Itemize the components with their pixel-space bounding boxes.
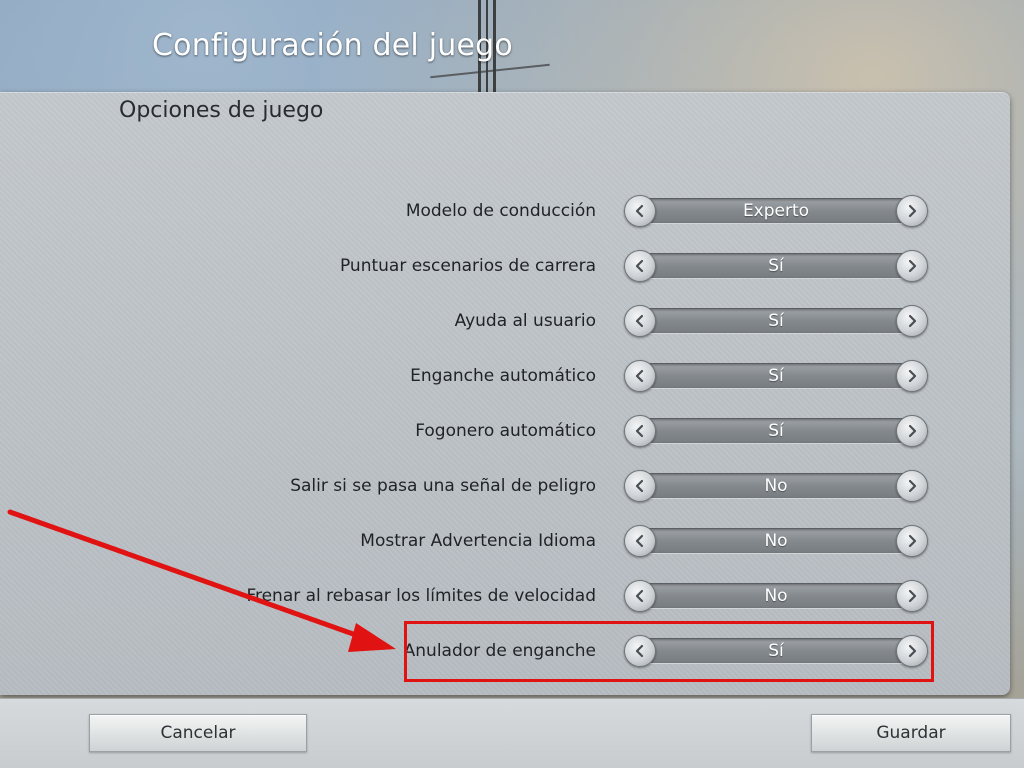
- option-value: Experto: [742, 201, 810, 221]
- option-value: Sí: [768, 256, 784, 276]
- chevron-left-icon[interactable]: [624, 360, 656, 392]
- option-selector: Sí: [624, 250, 928, 282]
- cancel-button[interactable]: Cancelar: [89, 714, 307, 752]
- chevron-right-icon[interactable]: [896, 470, 928, 502]
- chevron-left-icon[interactable]: [624, 305, 656, 337]
- option-label: Salir si se pasa una señal de peligro: [290, 476, 596, 496]
- option-selector: No: [624, 580, 928, 612]
- option-selector: Sí: [624, 360, 928, 392]
- option-label: Fogonero automático: [415, 421, 596, 441]
- option-label: Mostrar Advertencia Idioma: [360, 531, 596, 551]
- option-selector: Sí: [624, 415, 928, 447]
- chevron-right-icon[interactable]: [896, 250, 928, 282]
- option-selector: Experto: [624, 195, 928, 227]
- option-value: Sí: [768, 421, 784, 441]
- chevron-left-icon[interactable]: [624, 250, 656, 282]
- option-value: No: [764, 476, 788, 496]
- section-title: Opciones de juego: [119, 98, 324, 123]
- option-row: Mostrar Advertencia Idioma No: [0, 525, 1010, 559]
- chevron-left-icon[interactable]: [624, 415, 656, 447]
- option-row: Modelo de conducción Experto: [0, 195, 1010, 229]
- chevron-left-icon[interactable]: [624, 470, 656, 502]
- option-label: Frenar al rebasar los límites de velocid…: [246, 586, 596, 606]
- option-selector: No: [624, 470, 928, 502]
- option-label: Modelo de conducción: [405, 201, 596, 221]
- highlight-box: [404, 621, 934, 682]
- option-label: Enganche automático: [410, 366, 596, 386]
- option-row: Ayuda al usuario Sí: [0, 305, 1010, 339]
- chevron-left-icon[interactable]: [624, 525, 656, 557]
- option-label: Ayuda al usuario: [454, 311, 596, 331]
- option-row: Frenar al rebasar los límites de velocid…: [0, 580, 1010, 614]
- option-row: Enganche automático Sí: [0, 360, 1010, 394]
- option-row: Puntuar escenarios de carrera Sí: [0, 250, 1010, 284]
- chevron-right-icon[interactable]: [896, 360, 928, 392]
- option-row: Fogonero automático Sí: [0, 415, 1010, 449]
- option-value: Sí: [768, 366, 784, 386]
- save-button[interactable]: Guardar: [811, 714, 1011, 752]
- option-selector: Sí: [624, 305, 928, 337]
- chevron-right-icon[interactable]: [896, 415, 928, 447]
- chevron-left-icon[interactable]: [624, 580, 656, 612]
- option-value: No: [764, 531, 788, 551]
- chevron-left-icon[interactable]: [624, 195, 656, 227]
- option-selector: No: [624, 525, 928, 557]
- chevron-right-icon[interactable]: [896, 525, 928, 557]
- option-row: Salir si se pasa una señal de peligro No: [0, 470, 1010, 504]
- chevron-right-icon[interactable]: [896, 305, 928, 337]
- chevron-right-icon[interactable]: [896, 195, 928, 227]
- option-value: Sí: [768, 311, 784, 331]
- page-title: Configuración del juego: [152, 28, 513, 63]
- option-label: Puntuar escenarios de carrera: [339, 256, 596, 276]
- option-value: No: [764, 586, 788, 606]
- chevron-right-icon[interactable]: [896, 580, 928, 612]
